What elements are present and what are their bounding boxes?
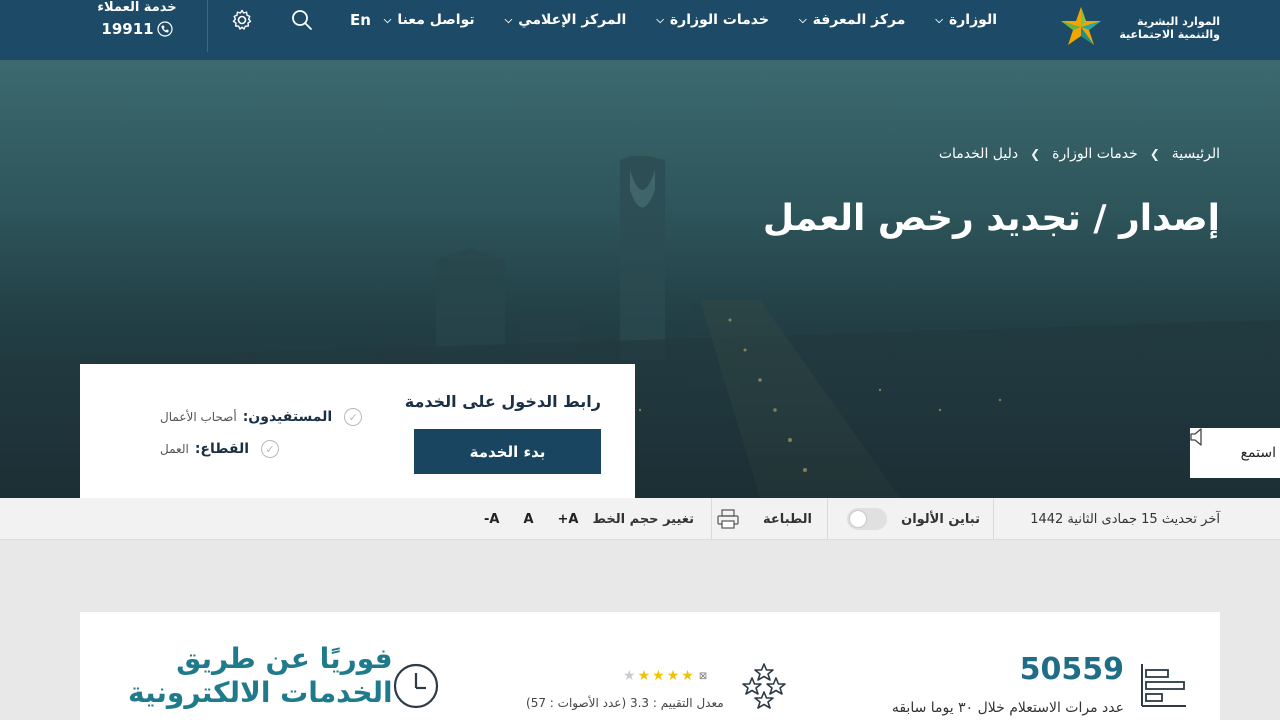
chevron-down-icon: ⌵ [656, 14, 664, 26]
bar-chart-icon [1141, 664, 1186, 707]
clear-rating-icon[interactable]: ⊠ [699, 671, 707, 682]
font-decrease-button[interactable]: A- [484, 512, 499, 527]
logo-line1: الموارد البشرية [1137, 15, 1220, 28]
chevron-down-icon: ⌵ [504, 14, 513, 26]
nav-knowledge-center[interactable]: مركز المعرفة ⌵ [799, 12, 905, 28]
search-icon[interactable] [290, 8, 314, 32]
page-title: إصدار / تجديد رخص العمل [762, 198, 1220, 239]
service-link-title: رابط الدخول على الخدمة [404, 392, 601, 411]
toolbar-divider [827, 498, 828, 540]
print-action[interactable]: الطباعة [717, 498, 812, 540]
font-normal-button[interactable]: A [523, 512, 533, 527]
rating-summary: معدل التقييم : 3.3 (عدد الأصوات : 57) [526, 696, 724, 710]
last-update: آخر تحديث 15 جمادى الثانية 1442 [1030, 498, 1220, 540]
contrast-label: تباين الألوان [901, 511, 980, 527]
breadcrumb: الرئيسية ❯ خدمات الوزارة ❯ دليل الخدمات [939, 146, 1220, 162]
sector-row: ✓ القطاع: العمل [160, 440, 280, 458]
chevron-down-icon: ⌵ [798, 14, 807, 26]
service-card: رابط الدخول على الخدمة بدء الخدمة ✓ المس… [80, 364, 635, 498]
nav-media-label: المركز الإعلامي [518, 12, 627, 28]
main-nav: الوزارة ⌵ مركز المعرفة ⌵ خدمات الوزارة ⌵ ال… [354, 12, 997, 28]
nav-services-label: خدمات الوزارة [669, 12, 769, 28]
color-contrast[interactable]: تباين الألوان [847, 498, 980, 540]
header-divider [207, 0, 208, 52]
speaker-icon [1190, 428, 1202, 446]
printer-icon [717, 509, 739, 529]
sector-key: القطاع: [194, 441, 250, 457]
language-toggle[interactable]: En [350, 11, 371, 29]
toolbar-divider [993, 498, 994, 540]
logo-line2: والتنمية الاجتماعية [1119, 28, 1220, 41]
star-icon[interactable]: ★ [667, 668, 680, 684]
customer-service-title: خدمة العملاء [97, 0, 177, 15]
usage-count: 50559 [1019, 652, 1124, 687]
customer-service[interactable]: خدمة العملاء 19911 [82, 0, 192, 38]
beneficiaries-key: المستفيدون: [242, 409, 333, 425]
instant-line2: الخدمات الالكترونية [128, 676, 393, 709]
nav-ministry[interactable]: الوزارة ⌵ [935, 12, 997, 28]
star-icon[interactable]: ★ [652, 668, 665, 684]
breadcrumb-services[interactable]: خدمات الوزارة [1052, 146, 1138, 162]
hero-banner: الرئيسية ❯ خدمات الوزارة ❯ دليل الخدمات … [0, 60, 1280, 498]
listen-label: استمع [1240, 445, 1276, 461]
clock-icon [393, 663, 439, 709]
top-navbar: الموارد البشرية والتنمية الاجتماعية الوز… [0, 0, 1280, 60]
sector-value: العمل [160, 442, 189, 456]
logo-star-icon [1061, 7, 1102, 45]
start-service-button[interactable]: بدء الخدمة [414, 429, 601, 474]
breadcrumb-guide[interactable]: دليل الخدمات [939, 146, 1018, 162]
service-stats-card: 50559 عدد مرات الاستعلام خلال ٣٠ يوما سا… [80, 612, 1220, 720]
font-size-label: تغيير حجم الخط [592, 511, 694, 527]
nav-ministry-label: الوزارة [948, 12, 997, 28]
last-update-text: آخر تحديث 15 جمادى الثانية 1442 [1030, 511, 1220, 527]
star-icon[interactable]: ★ [638, 668, 651, 684]
contrast-toggle[interactable] [847, 508, 888, 530]
chevron-left-icon: ❯ [1030, 147, 1041, 161]
font-increase-button[interactable]: A+ [558, 512, 579, 527]
print-label: الطباعة [763, 511, 812, 527]
breadcrumb-home[interactable]: الرئيسية [1172, 146, 1220, 162]
toolbar-divider [711, 498, 712, 540]
customer-service-number: 19911 [101, 20, 154, 38]
usage-count-label: عدد مرات الاستعلام خلال ٣٠ يوما سابقه [891, 700, 1124, 716]
listen-button[interactable]: استمع [1190, 428, 1280, 478]
star-icon[interactable]: ★ [681, 668, 694, 684]
chevron-down-icon: ⌵ [935, 14, 943, 26]
chevron-down-icon: ⌵ [383, 14, 392, 26]
ministry-logo[interactable]: الموارد البشرية والتنمية الاجتماعية [1049, 2, 1220, 54]
check-circle-icon: ✓ [261, 440, 280, 458]
nav-contact-us[interactable]: تواصل معنا ⌵ [384, 12, 475, 28]
font-size-controls: تغيير حجم الخط A+ A A- [484, 498, 694, 540]
star-rating[interactable]: ★ ★ ★ ★ ★ ⊠ [623, 668, 707, 684]
stars-icon [742, 663, 786, 709]
star-icon[interactable]: ★ [623, 668, 636, 684]
nav-contact-label: تواصل معنا [397, 12, 475, 28]
page-toolbar: آخر تحديث 15 جمادى الثانية 1442 تباين ال… [0, 498, 1280, 540]
nav-media-center[interactable]: المركز الإعلامي ⌵ [505, 12, 627, 28]
chevron-left-icon: ❯ [1149, 147, 1160, 161]
nav-ministry-services[interactable]: خدمات الوزارة ⌵ [656, 12, 769, 28]
instant-service-text: فوريًا عن طريق الخدمات الالكترونية [128, 642, 393, 710]
instant-line1: فوريًا عن طريق [176, 642, 393, 675]
beneficiaries-value: أصحاب الأعمال [160, 410, 237, 424]
phone-icon [156, 21, 173, 37]
nav-knowledge-label: مركز المعرفة [812, 12, 906, 28]
check-circle-icon: ✓ [344, 408, 363, 426]
gear-icon[interactable] [230, 8, 254, 32]
beneficiaries-row: ✓ المستفيدون: أصحاب الأعمال [160, 408, 363, 426]
